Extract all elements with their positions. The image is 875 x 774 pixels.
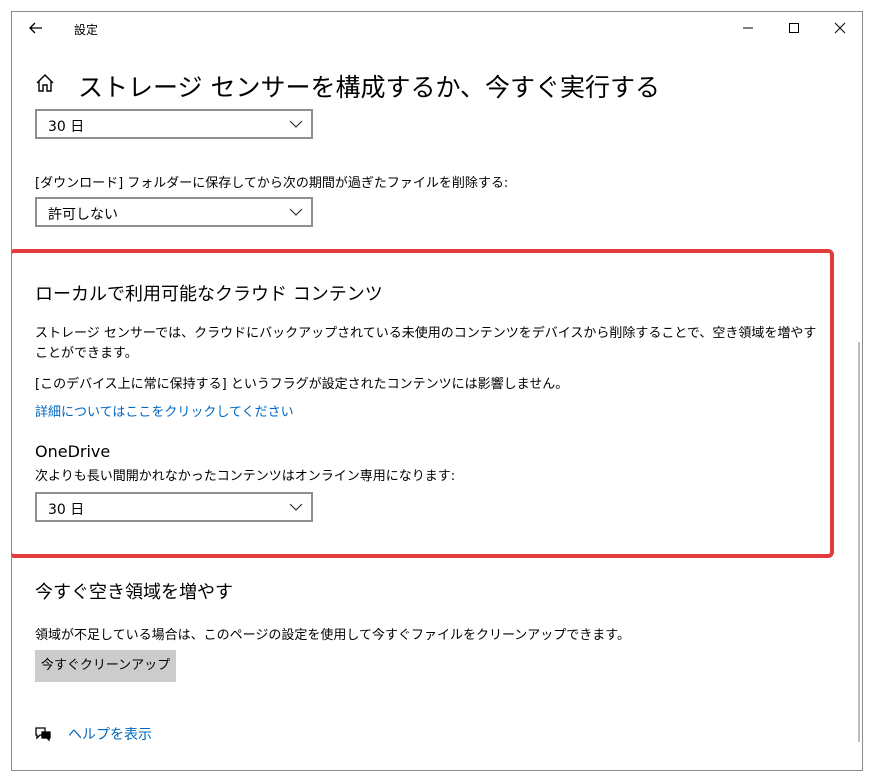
cloud-note: [このデバイス上に常に保持する] というフラグが設定されたコンテンツには影響しま…	[35, 377, 569, 392]
settings-window: 設定 ストレージ センサーを構成するか、今すぐ実行する 30 日 [ダウンロード…	[11, 11, 863, 771]
chevron-down-icon	[289, 120, 303, 128]
free-space-heading: 今すぐ空き領域を増やす	[35, 582, 233, 603]
home-icon[interactable]	[34, 72, 56, 94]
help-chat-icon	[34, 726, 52, 742]
page-title: ストレージ センサーを構成するか、今すぐ実行する	[78, 73, 660, 102]
dropdown-value: 許可しない	[48, 207, 118, 223]
onedrive-label: 次よりも長い間開かれなかったコンテンツはオンライン専用になります:	[35, 469, 456, 484]
clean-now-button[interactable]: 今すぐクリーンアップ	[35, 650, 176, 682]
get-help-link[interactable]: ヘルプを表示	[68, 724, 152, 744]
free-space-description: 領域が不足している場合は、このページの設定を使用して今すぐファイルをクリーンアッ…	[35, 628, 631, 643]
cloud-description: ストレージ センサーでは、クラウドにバックアップされている未使用のコンテンツをデ…	[35, 326, 817, 361]
onedrive-dropdown[interactable]: 30 日	[35, 492, 313, 522]
close-button[interactable]	[830, 18, 850, 38]
maximize-button[interactable]	[784, 18, 804, 38]
chevron-down-icon	[289, 503, 303, 511]
chevron-down-icon	[289, 208, 303, 216]
onedrive-heading: OneDrive	[35, 442, 111, 461]
title-bar: 設定	[12, 12, 862, 44]
recycle-bin-dropdown[interactable]: 30 日	[35, 109, 313, 139]
dropdown-value: 30 日	[48, 502, 85, 518]
minimize-button[interactable]	[738, 18, 758, 38]
cloud-content-heading: ローカルで利用可能なクラウド コンテンツ	[35, 284, 383, 305]
downloads-label: [ダウンロード] フォルダーに保存してから次の期間が過ぎたファイルを削除する:	[35, 176, 509, 191]
scrollbar[interactable]	[858, 342, 860, 742]
app-title: 設定	[74, 23, 99, 37]
back-arrow-icon[interactable]	[26, 18, 46, 38]
learn-more-link[interactable]: 詳細についてはここをクリックしてください	[35, 401, 294, 420]
dropdown-value: 30 日	[48, 119, 85, 135]
downloads-dropdown[interactable]: 許可しない	[35, 197, 313, 227]
